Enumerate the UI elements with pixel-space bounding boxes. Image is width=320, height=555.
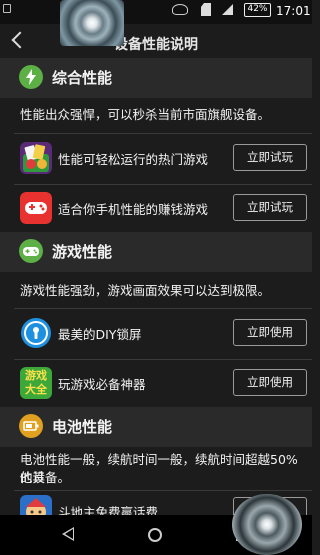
divider <box>14 184 312 185</box>
app-name: 最美的DIY锁屏 <box>58 327 142 342</box>
try-now-button[interactable]: 立即试玩 <box>233 144 307 171</box>
battery-icon <box>19 414 43 438</box>
section-description: 性能出众强悍，可以秒杀当前市面旗舰设备。 <box>20 107 271 122</box>
screen-smudge <box>232 494 302 555</box>
poker-game-icon <box>20 142 52 174</box>
app-name: 适合你手机性能的赚钱游戏 <box>58 202 209 217</box>
divider <box>14 308 312 309</box>
section-title: 综合性能 <box>52 69 113 87</box>
notification-icon <box>3 4 11 13</box>
signal-icon <box>222 4 233 15</box>
nav-back-icon[interactable] <box>62 527 74 541</box>
nav-home-icon[interactable] <box>148 528 162 542</box>
section-title: 游戏性能 <box>52 243 113 261</box>
section-title: 电池性能 <box>52 418 113 436</box>
gamepad-icon <box>20 192 52 224</box>
use-now-button[interactable]: 立即使用 <box>233 319 307 346</box>
screen-smudge <box>60 0 124 46</box>
app-name: 性能可轻松运行的热门游戏 <box>58 152 209 167</box>
status-bar: 42% 17:01 <box>0 0 312 24</box>
section-description: 游戏性能强劲，游戏画面效果可以达到极限。 <box>20 283 271 298</box>
divider <box>14 359 312 360</box>
list-item[interactable]: 适合你手机性能的赚钱游戏 立即试玩 <box>0 189 312 227</box>
sd-card-icon <box>201 3 211 16</box>
lock-screen-icon <box>20 317 52 349</box>
title-bar: 设备性能说明 <box>0 24 312 58</box>
chat-bubble-icon <box>172 4 188 15</box>
list-item[interactable]: 性能可轻松运行的热门游戏 立即试玩 <box>0 139 312 177</box>
battery-indicator: 42% <box>244 3 271 17</box>
lightning-icon <box>19 65 43 89</box>
use-now-button[interactable]: 立即使用 <box>233 369 307 396</box>
section-header-battery: 电池性能 <box>0 407 312 447</box>
app-name: 玩游戏必备神器 <box>58 377 146 392</box>
divider <box>14 490 312 491</box>
list-item[interactable]: 游戏大全 玩游戏必备神器 立即使用 <box>0 364 312 402</box>
section-header-gaming: 游戏性能 <box>0 232 312 272</box>
section-header-overall: 综合性能 <box>0 58 312 98</box>
game-collection-icon-text: 游戏大全 <box>25 369 47 396</box>
list-item[interactable]: 最美的DIY锁屏 立即使用 <box>0 314 312 352</box>
page-title: 设备性能说明 <box>114 37 198 53</box>
divider <box>14 133 312 134</box>
clock: 17:01 <box>276 4 311 18</box>
gamepad-section-icon <box>19 239 43 263</box>
game-collection-icon: 游戏大全 <box>20 367 52 399</box>
try-now-button[interactable]: 立即试玩 <box>233 194 307 221</box>
section-description-line: 他设备。 <box>20 470 71 485</box>
